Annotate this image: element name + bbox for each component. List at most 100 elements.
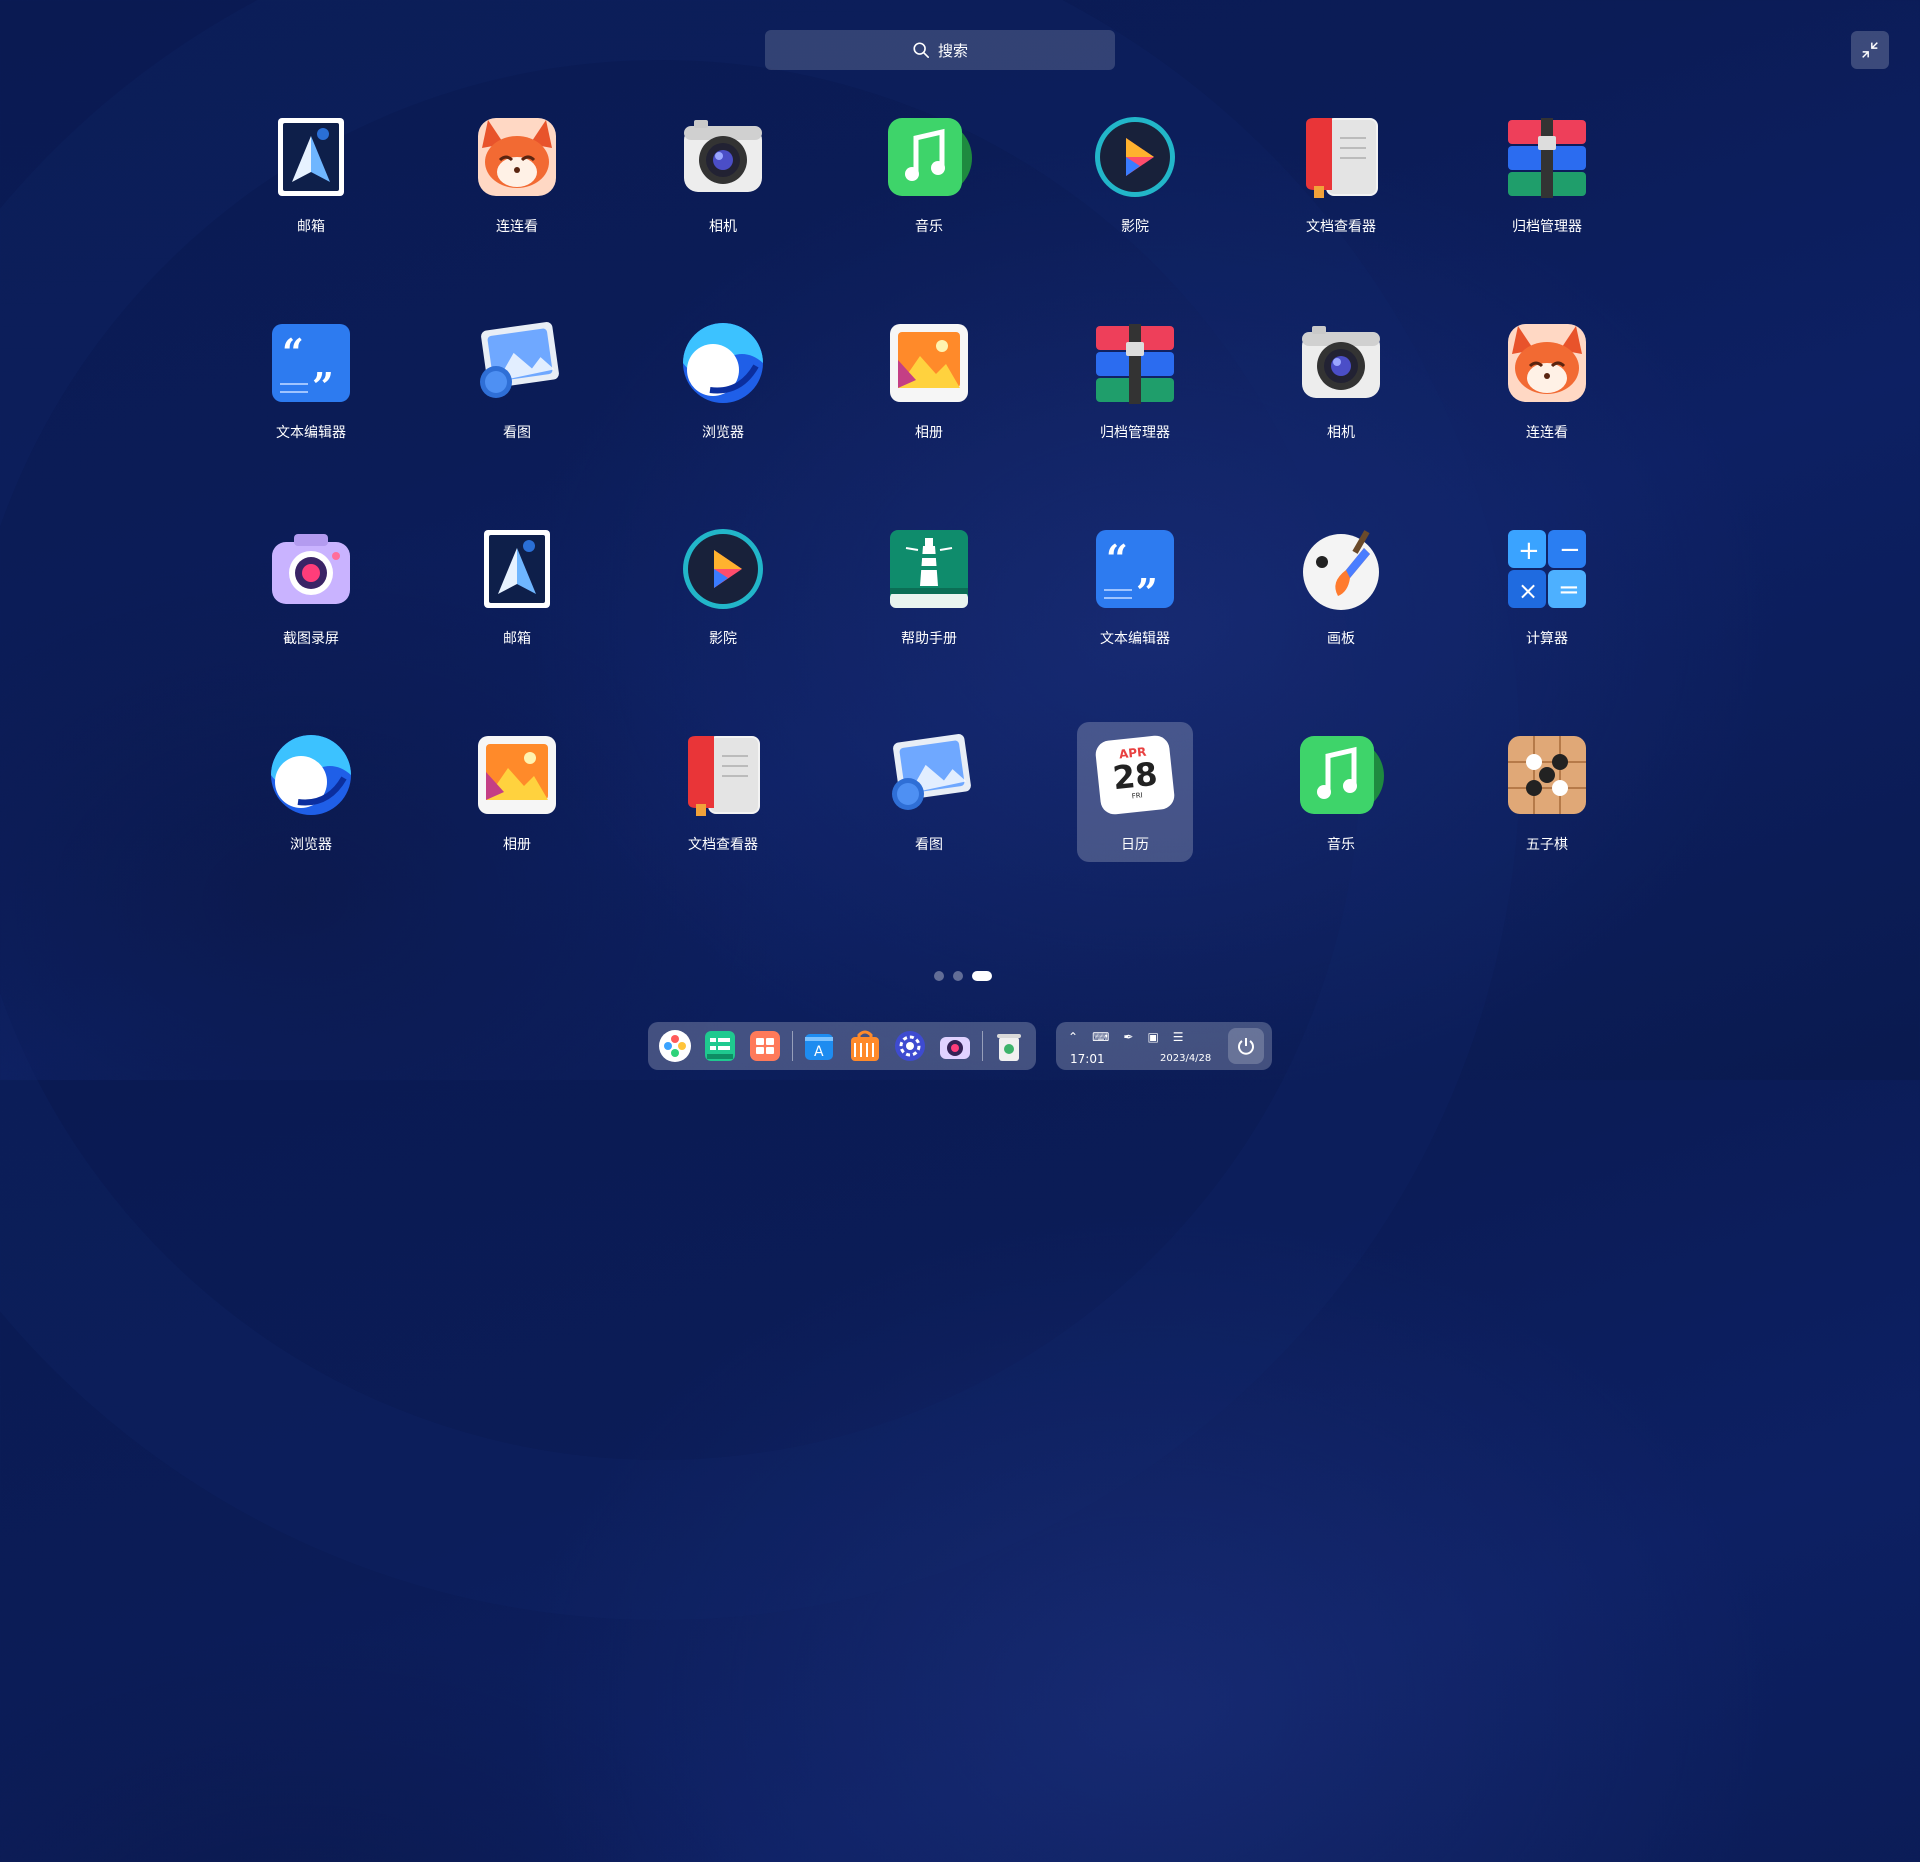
app-label: 帮助手册: [901, 631, 957, 647]
app-document-viewer[interactable]: 文档查看器: [665, 722, 781, 862]
dock: A: [648, 1022, 1036, 1070]
app-text-editor[interactable]: “” 文本编辑器: [1077, 516, 1193, 656]
text-editor-icon: “”: [1092, 526, 1178, 612]
clock-time[interactable]: 17:01: [1070, 1052, 1105, 1066]
app-image-viewer[interactable]: 看图: [871, 722, 987, 862]
page-indicator: [934, 971, 992, 981]
app-fox-game[interactable]: 连连看: [459, 104, 575, 244]
app-grid: 邮箱 连连看 相机 音乐 影院 文档查看器 归档管理器 “” 文本编辑器 看图 浏览器 相册 归档管理器…: [208, 104, 1650, 928]
app-label: 邮箱: [503, 631, 531, 647]
app-document-viewer[interactable]: 文档查看器: [1283, 104, 1399, 244]
browser-icon: [680, 320, 766, 406]
app-gomoku[interactable]: 五子棋: [1489, 722, 1605, 862]
archive-manager-icon: [1504, 114, 1590, 200]
dock-app-store-bag-icon[interactable]: [846, 1027, 883, 1065]
dock-separator: [981, 1031, 983, 1061]
calendar-weekday: FRI: [1131, 791, 1144, 801]
camera-icon: [680, 114, 766, 200]
svg-text:=: =: [1558, 575, 1580, 605]
search-icon: [913, 42, 929, 59]
app-music[interactable]: 音乐: [871, 104, 987, 244]
system-tray: ⌃ ⌨ ✒ ▣ ☰ 17:01 2023/4/28: [1056, 1022, 1272, 1070]
app-album[interactable]: 相册: [871, 310, 987, 450]
browser-icon: [268, 732, 354, 818]
app-label: 相机: [709, 219, 737, 235]
search-box[interactable]: 搜索: [765, 30, 1115, 70]
app-label: 画板: [1327, 631, 1355, 647]
dock-camera-icon[interactable]: [936, 1027, 973, 1065]
draw-board-icon: [1298, 526, 1384, 612]
app-label: 归档管理器: [1100, 425, 1170, 441]
toggle-icon[interactable]: ☰: [1173, 1030, 1184, 1044]
page-dot-2[interactable]: [953, 971, 963, 981]
app-label: 相册: [503, 837, 531, 853]
gomoku-icon: [1504, 732, 1590, 818]
app-label: 影院: [1121, 219, 1149, 235]
chevron-up-icon[interactable]: ⌃: [1068, 1030, 1078, 1044]
dock-app-store-icon[interactable]: A: [801, 1027, 838, 1065]
app-label: 连连看: [496, 219, 538, 235]
app-label: 文本编辑器: [1100, 631, 1170, 647]
app-browser[interactable]: 浏览器: [253, 722, 369, 862]
app-browser[interactable]: 浏览器: [665, 310, 781, 450]
app-movie-player[interactable]: 影院: [1077, 104, 1193, 244]
screen-icon[interactable]: ▣: [1147, 1030, 1158, 1044]
app-label: 影院: [709, 631, 737, 647]
power-button[interactable]: [1228, 1028, 1264, 1064]
calendar-icon: APR 28 FRI: [1092, 732, 1178, 818]
pen-icon[interactable]: ✒: [1123, 1030, 1133, 1044]
app-mail[interactable]: 邮箱: [459, 516, 575, 656]
app-archive-manager[interactable]: 归档管理器: [1489, 104, 1605, 244]
album-icon: [886, 320, 972, 406]
mail-icon: [268, 114, 354, 200]
dock-control-center-icon[interactable]: [891, 1027, 928, 1065]
app-text-editor[interactable]: “” 文本编辑器: [253, 310, 369, 450]
app-mail[interactable]: 邮箱: [253, 104, 369, 244]
app-calculator[interactable]: + − × = 计算器: [1489, 516, 1605, 656]
app-label: 相机: [1327, 425, 1355, 441]
app-camera[interactable]: 相机: [665, 104, 781, 244]
dock-multitask-view-icon[interactable]: [747, 1027, 784, 1065]
svg-text:”: ”: [312, 364, 334, 406]
archive-manager-icon: [1092, 320, 1178, 406]
app-draw-board[interactable]: 画板: [1283, 516, 1399, 656]
calendar-day: 28: [1110, 754, 1160, 798]
app-label: 看图: [503, 425, 531, 441]
music-icon: [886, 114, 972, 200]
app-label: 浏览器: [702, 425, 744, 441]
app-label: 日历: [1121, 837, 1149, 853]
app-screenshot[interactable]: 截图录屏: [253, 516, 369, 656]
shrink-icon: [1862, 42, 1878, 58]
dock-file-manager-icon[interactable]: [701, 1027, 738, 1065]
app-label: 五子棋: [1526, 837, 1568, 853]
app-image-viewer[interactable]: 看图: [459, 310, 575, 450]
dock-separator: [791, 1031, 793, 1061]
keyboard-icon[interactable]: ⌨: [1092, 1030, 1109, 1044]
app-movie-player[interactable]: 影院: [665, 516, 781, 656]
exit-fullscreen-button[interactable]: [1851, 31, 1889, 69]
music-icon: [1298, 732, 1384, 818]
fox-game-icon: [474, 114, 560, 200]
page-dot-1[interactable]: [934, 971, 944, 981]
svg-text:×: ×: [1518, 577, 1538, 605]
clock-date[interactable]: 2023/4/28: [1160, 1053, 1211, 1064]
power-icon: [1238, 1038, 1254, 1055]
app-album[interactable]: 相册: [459, 722, 575, 862]
app-label: 归档管理器: [1512, 219, 1582, 235]
text-editor-icon: “”: [268, 320, 354, 406]
app-fox-game[interactable]: 连连看: [1489, 310, 1605, 450]
page-dot-3[interactable]: [972, 971, 992, 981]
app-music[interactable]: 音乐: [1283, 722, 1399, 862]
dock-trash-icon[interactable]: [991, 1027, 1028, 1065]
tray-icons: ⌃ ⌨ ✒ ▣ ☰: [1068, 1030, 1184, 1044]
svg-text:+: +: [1518, 536, 1540, 566]
app-calendar[interactable]: APR 28 FRI 日历: [1077, 722, 1193, 862]
svg-text:”: ”: [1136, 570, 1158, 612]
app-help-manual[interactable]: 帮助手册: [871, 516, 987, 656]
app-camera[interactable]: 相机: [1283, 310, 1399, 450]
app-label: 浏览器: [290, 837, 332, 853]
app-label: 文档查看器: [688, 837, 758, 853]
app-archive-manager[interactable]: 归档管理器: [1077, 310, 1193, 450]
svg-text:A: A: [814, 1044, 824, 1060]
dock-launcher-icon[interactable]: [656, 1027, 693, 1065]
